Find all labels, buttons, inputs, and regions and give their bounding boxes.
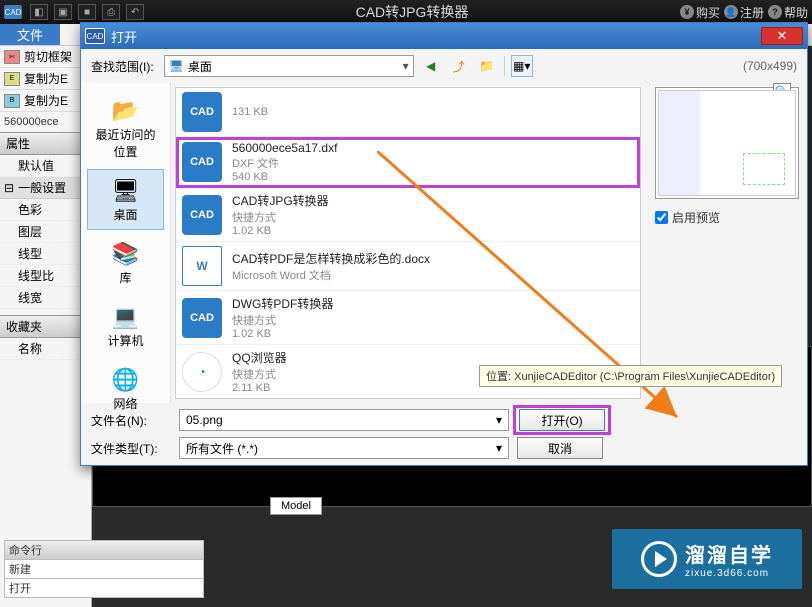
left-panel: ✄剪切框架 E复制为E B复制为E 560000ece 属性 默认值 ⊟一般设置…: [0, 46, 92, 607]
dialog-toolbar: 查找范围(I): 🖥 桌面 ▾ ◀ ⤴ 📁 ▦▾ (700x499) 🔍: [81, 49, 807, 83]
file-list[interactable]: CAD131 KBCAD560000ece5a17.dxfDXF 文件540 K…: [175, 87, 641, 399]
preview-box: [655, 87, 799, 199]
up-icon[interactable]: ⤴: [448, 55, 470, 77]
qq-browser-icon: ◔: [182, 352, 222, 392]
cmd-line-1: 新建: [4, 559, 204, 579]
app-titlebar: CAD ◧ ▣ ■ ⎙ ↶ CAD转JPG转换器 ¥购买 👤注册 ?帮助: [0, 0, 812, 24]
prop-row[interactable]: 线宽: [0, 287, 91, 309]
cad-file-icon: CAD: [182, 298, 222, 338]
quick-access-toolbar: ◧ ▣ ■ ⎙ ↶: [30, 4, 144, 20]
register-button[interactable]: 👤注册: [724, 4, 764, 21]
filetype-combo[interactable]: 所有文件 (*.*)▾: [179, 437, 509, 459]
copy-emf-button[interactable]: E复制为E: [0, 68, 91, 90]
prop-row[interactable]: 色彩: [0, 199, 91, 221]
enable-preview-input[interactable]: [655, 211, 668, 224]
cut-frame-button[interactable]: ✄剪切框架: [0, 46, 91, 68]
preview-pane: 启用预览: [647, 83, 807, 403]
enable-preview-checkbox[interactable]: 启用预览: [655, 209, 799, 226]
cmd-header: 命令行: [4, 540, 204, 560]
cad-file-icon: CAD: [182, 92, 222, 132]
qat-new-icon[interactable]: ◧: [30, 4, 48, 20]
qat-save-icon[interactable]: ■: [78, 4, 96, 20]
filetype-label: 文件类型(T):: [91, 440, 171, 457]
prop-row[interactable]: 线型: [0, 243, 91, 265]
favorites-header: 收藏夹: [0, 315, 91, 338]
qat-open-icon[interactable]: ▣: [54, 4, 72, 20]
file-item[interactable]: CAD131 KB: [176, 88, 640, 137]
place-icon: 🌐: [108, 365, 144, 395]
general-category[interactable]: ⊟一般设置: [0, 177, 91, 199]
qat-print-icon[interactable]: ⎙: [102, 4, 120, 20]
docx-file-icon: W: [182, 246, 222, 286]
file-item[interactable]: WCAD转PDF是怎样转换成彩色的.docxMicrosoft Word 文档: [176, 242, 640, 291]
help-button[interactable]: ?帮助: [768, 4, 808, 21]
place-icon: 📚: [108, 239, 144, 269]
new-folder-icon[interactable]: 📁: [476, 55, 498, 77]
place-icon: 📂: [108, 96, 144, 126]
file-item[interactable]: CAD560000ece5a17.dxfDXF 文件540 KB: [176, 137, 640, 188]
place-item[interactable]: 🖥桌面: [87, 169, 164, 230]
prop-row[interactable]: 图层: [0, 221, 91, 243]
preview-size: (700x499): [743, 59, 797, 73]
open-dialog: CAD 打开 ✕ 查找范围(I): 🖥 桌面 ▾ ◀ ⤴ 📁 ▦▾ (700x4…: [80, 22, 808, 466]
buy-button[interactable]: ¥购买: [680, 4, 720, 21]
desktop-icon: 🖥: [169, 59, 184, 73]
open-button[interactable]: 打开(O): [519, 409, 605, 431]
lookin-combo[interactable]: 🖥 桌面 ▾: [164, 55, 414, 77]
model-tab[interactable]: Model: [270, 497, 322, 515]
play-icon: [641, 541, 677, 577]
default-row[interactable]: 默认值: [0, 155, 91, 177]
place-item[interactable]: 📂最近访问的位置: [87, 89, 164, 167]
file-item[interactable]: CADCAD转JPG转换器快捷方式1.02 KB: [176, 188, 640, 242]
tooltip: 位置: XunjieCADEditor (C:\Program Files\Xu…: [479, 365, 782, 387]
chevron-down-icon: ▾: [403, 59, 409, 73]
favorites-name-row[interactable]: 名称: [0, 338, 91, 360]
app-title: CAD转JPG转换器: [144, 2, 680, 22]
file-item[interactable]: CADDWG转PDF转换器快捷方式1.02 KB: [176, 291, 640, 345]
dialog-bottom: 文件名(N): 05.png▾ 打开(O) 文件类型(T): 所有文件 (*.*…: [81, 403, 807, 465]
app-window: CAD ◧ ▣ ■ ⎙ ↶ CAD转JPG转换器 ¥购买 👤注册 ?帮助 文件 …: [0, 0, 812, 607]
place-icon: 💻: [108, 302, 144, 332]
place-icon: 🖥: [108, 176, 144, 206]
filename-combo[interactable]: 05.png▾: [179, 409, 509, 431]
command-line: 命令行 新建 打开: [4, 540, 204, 597]
cmd-line-2: 打开: [4, 578, 204, 598]
qat-undo-icon[interactable]: ↶: [126, 4, 144, 20]
filename-label: 文件名(N):: [91, 412, 171, 429]
place-item[interactable]: 💻计算机: [87, 295, 164, 356]
cancel-button[interactable]: 取消: [517, 437, 603, 459]
dialog-titlebar: CAD 打开 ✕: [81, 23, 807, 49]
watermark: 溜溜自学 zixue.3d66.com: [612, 529, 802, 589]
dialog-title: 打开: [111, 27, 761, 46]
cad-file-icon: CAD: [182, 142, 222, 182]
properties-header: 属性: [0, 132, 91, 155]
prop-row[interactable]: 线型比: [0, 265, 91, 287]
place-item[interactable]: 📚库: [87, 232, 164, 293]
filename-label: 560000ece: [0, 112, 91, 132]
copy-bmp-button[interactable]: B复制为E: [0, 90, 91, 112]
file-tab[interactable]: 文件: [0, 24, 60, 45]
dialog-icon: CAD: [85, 28, 105, 44]
app-icon: CAD: [4, 5, 22, 19]
view-menu-icon[interactable]: ▦▾: [511, 55, 533, 77]
back-icon[interactable]: ◀: [420, 55, 442, 77]
cad-file-icon: CAD: [182, 195, 222, 235]
close-button[interactable]: ✕: [761, 27, 803, 45]
places-bar: 📂最近访问的位置🖥桌面📚库💻计算机🌐网络: [81, 83, 171, 403]
lookin-label: 查找范围(I):: [91, 58, 154, 75]
